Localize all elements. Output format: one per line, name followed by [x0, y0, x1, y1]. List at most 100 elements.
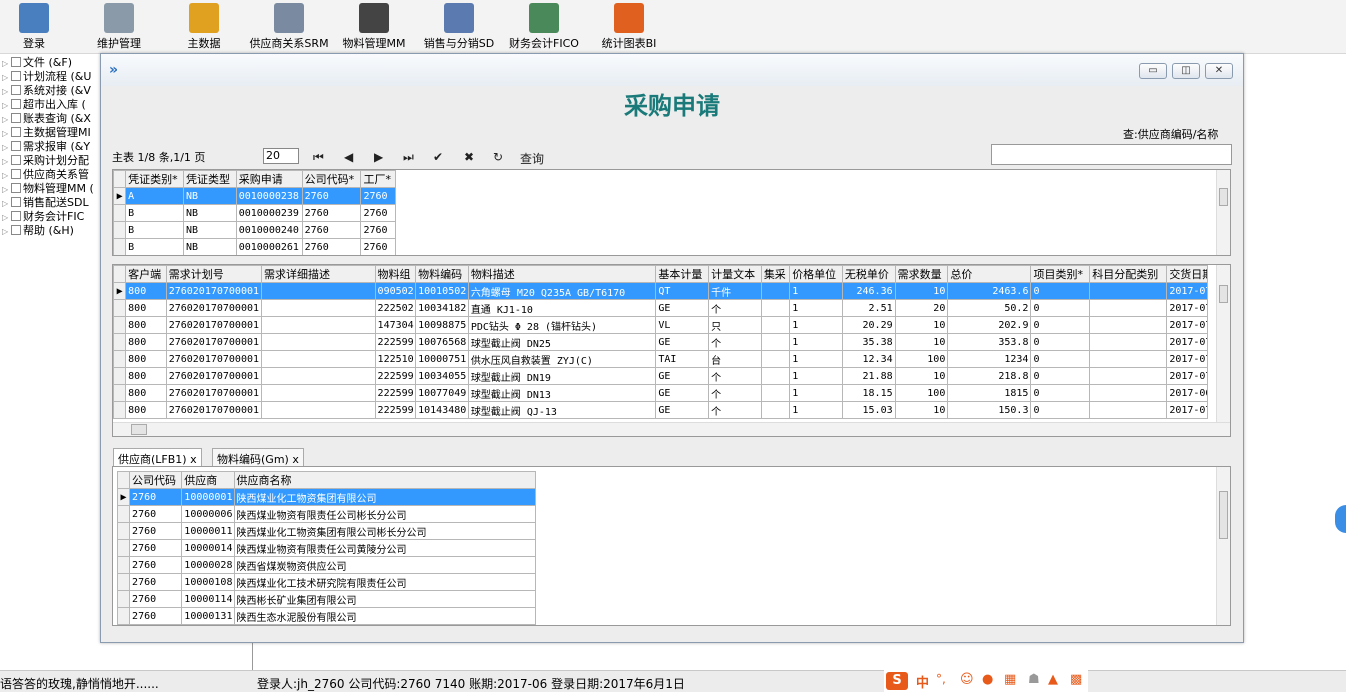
table-cell[interactable]: [760, 299, 791, 317]
table-row[interactable]: B NB 0010000239 2760 2760: [113, 204, 396, 222]
table-cell[interactable]: 0: [1030, 282, 1091, 300]
table-cell[interactable]: 陕西煤业物资有限责任公司彬长分公司: [233, 505, 537, 523]
table-cell[interactable]: 1234: [947, 350, 1032, 368]
table-cell[interactable]: 10098875: [415, 316, 469, 334]
table-cell[interactable]: 353.8: [947, 333, 1032, 351]
tree-item[interactable]: ▷ 系统对接 (&V: [2, 84, 91, 98]
table-row[interactable]: ▶ 2760 10000001 陕西煤业化工物资集团有限公司: [116, 488, 537, 506]
table-cell[interactable]: 2760: [360, 221, 396, 239]
table-cell[interactable]: [261, 299, 376, 317]
close-button[interactable]: ✕: [1205, 63, 1233, 79]
column-header[interactable]: 基本计量: [655, 265, 710, 283]
expand-arrow-icon[interactable]: ▷: [2, 57, 11, 71]
table-cell[interactable]: TAI: [655, 350, 710, 368]
table-row[interactable]: ▶ A NB 0010000238 2760 2760: [113, 187, 396, 205]
table-cell[interactable]: [261, 316, 376, 334]
table-cell[interactable]: 10: [894, 316, 949, 334]
table-cell[interactable]: 35.38: [841, 333, 896, 351]
column-header[interactable]: 工厂*: [360, 170, 396, 188]
table-cell[interactable]: 2760: [301, 187, 362, 205]
table-cell[interactable]: 2017-07: [1166, 316, 1208, 334]
table-cell[interactable]: B: [125, 221, 184, 239]
tab-vendor[interactable]: 供应商(LFB1) x: [113, 448, 202, 466]
tree-item[interactable]: ▷ 主数据管理MI: [2, 126, 91, 140]
table-cell[interactable]: 2760: [129, 505, 183, 523]
table-cell[interactable]: B: [125, 204, 184, 222]
table-cell[interactable]: 0: [1030, 350, 1091, 368]
table-cell[interactable]: 0: [1030, 333, 1091, 351]
user-icon[interactable]: ☗: [1028, 672, 1040, 687]
table-cell[interactable]: 0010000238: [235, 187, 303, 205]
table-cell[interactable]: 18.15: [841, 384, 896, 402]
table-cell[interactable]: NB: [182, 221, 237, 239]
column-header[interactable]: 物料组: [374, 265, 417, 283]
table-cell[interactable]: 2760: [129, 573, 183, 591]
table-cell[interactable]: 122510: [374, 350, 417, 368]
tree-item[interactable]: ▷ 超市出入库 (: [2, 98, 86, 112]
detail-vscrollbar[interactable]: [1216, 265, 1230, 423]
table-cell[interactable]: 10000108: [181, 573, 235, 591]
table-cell[interactable]: [760, 316, 791, 334]
table-row[interactable]: 800 276020170700001 222599 10077049 球型截止阀 DN…: [113, 384, 1208, 402]
table-cell[interactable]: [760, 401, 791, 419]
table-row[interactable]: B NB 0010000240 2760 2760: [113, 221, 396, 239]
expand-arrow-icon[interactable]: ▷: [2, 99, 11, 113]
table-cell[interactable]: 10034055: [415, 367, 469, 385]
tree-item[interactable]: ▷ 销售配送SDL: [2, 196, 89, 210]
table-cell[interactable]: 10143480: [415, 401, 469, 419]
toolbar-button-7[interactable]: 统计图表BI: [584, 0, 674, 54]
table-cell[interactable]: 090502: [374, 282, 417, 300]
table-cell[interactable]: 0: [1030, 316, 1091, 334]
table-cell[interactable]: [1089, 316, 1168, 334]
table-cell[interactable]: 10000114: [181, 590, 235, 608]
table-cell[interactable]: NB: [182, 238, 237, 255]
table-cell[interactable]: 2017-07: [1166, 333, 1208, 351]
table-cell[interactable]: NB: [182, 187, 237, 205]
table-cell[interactable]: 10000131: [181, 607, 235, 625]
table-cell[interactable]: 0: [1030, 299, 1091, 317]
toolbar-button-3[interactable]: 供应商关系SRM: [244, 0, 334, 54]
table-cell[interactable]: NB: [182, 204, 237, 222]
column-header[interactable]: 总价: [947, 265, 1032, 283]
table-cell[interactable]: 2017-06: [1166, 384, 1208, 402]
table-cell[interactable]: 球型截止阀 DN19: [467, 367, 657, 385]
table-cell[interactable]: 2760: [129, 556, 183, 574]
table-cell[interactable]: 1: [789, 350, 843, 368]
checkbox[interactable]: [11, 71, 21, 81]
table-cell[interactable]: 202.9: [947, 316, 1032, 334]
table-cell[interactable]: 10: [894, 333, 949, 351]
table-cell[interactable]: 222599: [374, 333, 417, 351]
table-cell[interactable]: 2017-07: [1166, 367, 1208, 385]
punctuation-icon[interactable]: °,: [936, 672, 946, 686]
table-cell[interactable]: [1089, 299, 1168, 317]
table-cell[interactable]: 2017-07: [1166, 282, 1208, 300]
table-cell[interactable]: 10000751: [415, 350, 469, 368]
table-row[interactable]: 800 276020170700001 122510 10000751 供水压风自救装置…: [113, 350, 1208, 368]
table-cell[interactable]: 直通 KJ1-10: [467, 299, 657, 317]
table-cell[interactable]: 276020170700001: [165, 299, 263, 317]
table-row[interactable]: 800 276020170700001 222599 10034055 球型截止阀 DN…: [113, 367, 1208, 385]
column-header[interactable]: 交货日期: [1166, 265, 1208, 283]
table-cell[interactable]: 1: [789, 316, 843, 334]
detail-hscrollbar[interactable]: [113, 422, 1230, 436]
table-cell[interactable]: 0: [1030, 384, 1091, 402]
table-cell[interactable]: [1089, 367, 1168, 385]
maximize-button[interactable]: ◫: [1172, 63, 1200, 79]
table-cell[interactable]: [1089, 384, 1168, 402]
checkbox[interactable]: [11, 127, 21, 137]
expand-arrow-icon[interactable]: ▷: [2, 211, 11, 225]
expand-arrow-icon[interactable]: ▷: [2, 225, 11, 239]
column-header[interactable]: 采购申请: [235, 170, 303, 188]
tree-item[interactable]: ▷ 计划流程 (&U: [2, 70, 91, 84]
page-size-input[interactable]: 20: [263, 148, 299, 164]
confirm-icon[interactable]: ✔: [433, 150, 443, 164]
table-cell[interactable]: 246.36: [841, 282, 896, 300]
table-cell[interactable]: [760, 350, 791, 368]
table-cell[interactable]: 0010000239: [235, 204, 303, 222]
table-row[interactable]: 800 276020170700001 222599 10143480 球型截止阀 QJ…: [113, 401, 1208, 419]
table-cell[interactable]: GE: [655, 333, 710, 351]
table-cell[interactable]: A: [125, 187, 184, 205]
table-cell[interactable]: 10034182: [415, 299, 469, 317]
table-cell[interactable]: 10000011: [181, 522, 235, 540]
table-row[interactable]: 2760 10000028 陕西省煤炭物资供应公司: [116, 556, 537, 574]
